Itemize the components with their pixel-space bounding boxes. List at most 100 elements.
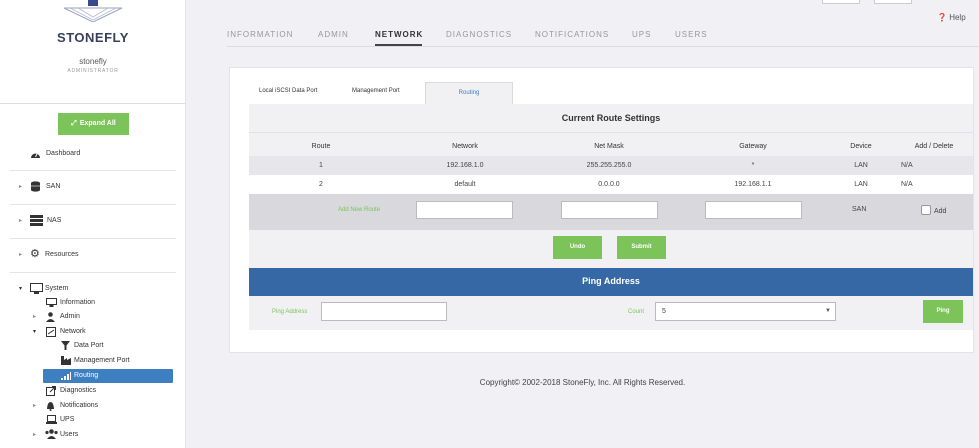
database-icon (31, 181, 40, 192)
new-route-network-input[interactable] (416, 201, 513, 219)
copyright: Copyright© 2002-2018 StoneFly, Inc. All … (479, 378, 686, 387)
sidebar-item-label: Resources (45, 251, 79, 258)
chevron-right-icon: ▸ (19, 184, 23, 190)
sidebar-item-label: Admin (60, 313, 80, 320)
stonefly-logo-icon (63, 0, 123, 22)
chevron-right-icon: ▸ (33, 403, 37, 409)
expand-all-button[interactable]: ⤢ Expand All (58, 113, 129, 135)
tab-notifications[interactable]: NOTIFICATIONS (535, 30, 609, 39)
sidebar-item-routing[interactable]: Routing (43, 369, 173, 383)
undo-button[interactable]: Undo (553, 236, 602, 259)
sidebar-item-notifications[interactable]: ▸ Notifications (0, 400, 186, 412)
sidebar-item-network[interactable]: ▾ Network (0, 326, 186, 338)
subtab-routing[interactable]: Routing (425, 82, 513, 104)
ping-address-label: Ping Address (272, 309, 308, 315)
sidebar-item-dashboard[interactable]: Dashboard (0, 149, 186, 161)
sidebar-item-nas[interactable]: ▸ NAS (0, 215, 186, 227)
sidebar-item-label: System (45, 285, 69, 292)
monitor-icon (30, 283, 43, 294)
logo: STONEFLY (0, 0, 186, 50)
column-header-gateway: Gateway (739, 143, 767, 150)
count-select[interactable]: 5 ▼ (655, 302, 836, 321)
add-route-checkbox[interactable] (921, 205, 931, 215)
cell-netmask: 0.0.0.0 (598, 181, 620, 188)
chevron-right-icon: ▸ (19, 218, 23, 224)
sidebar: STONEFLY stonefly ADMINISTRATOR ⤢ Expand … (0, 0, 186, 448)
count-select-value: 5 (662, 308, 666, 315)
cell-device: LAN (854, 181, 868, 188)
top-action-button[interactable] (822, 0, 860, 4)
sidebar-item-label: Information (60, 299, 96, 306)
tab-admin[interactable]: ADMIN (318, 30, 349, 39)
submit-button[interactable]: Submit (617, 236, 666, 259)
column-header-device: Device (850, 143, 872, 150)
sidebar-item-label: UPS (60, 416, 75, 423)
cell-action: N/A (901, 162, 913, 169)
column-header-route: Route (311, 143, 331, 150)
sidebar-item-users[interactable]: ▸ Users (0, 429, 186, 441)
cell-gateway: * (751, 162, 755, 169)
nav-separator (10, 204, 176, 205)
tab-ups[interactable]: UPS (632, 30, 651, 39)
sidebar-item-label: Routing (74, 372, 99, 379)
expand-all-label: Expand All (79, 120, 116, 127)
top-action-button[interactable] (874, 0, 912, 4)
user-icon (46, 312, 55, 322)
tab-users[interactable]: USERS (675, 30, 708, 39)
tabs-divider (227, 46, 979, 47)
sidebar-item-data-port[interactable]: Data Port (0, 340, 186, 352)
sidebar-item-management-port[interactable]: Management Port (0, 355, 186, 367)
sidebar-item-label: SAN (46, 183, 61, 190)
cell-netmask: 255.255.255.0 (586, 162, 632, 169)
chevron-down-icon: ▼ (825, 308, 831, 314)
tab-network[interactable]: NETWORK (375, 30, 423, 39)
sidebar-item-label: Notifications (60, 402, 99, 409)
cell-route: 2 (319, 181, 323, 188)
factory-icon (61, 356, 71, 365)
laptop-icon (46, 415, 57, 424)
sidebar-item-label: Users (60, 431, 79, 438)
bell-icon (47, 402, 54, 411)
sidebar-item-san[interactable]: ▸ SAN (0, 181, 186, 193)
bar-chart-icon (61, 372, 71, 380)
ping-address-title: Ping Address (582, 276, 640, 286)
sidebar-item-label: Diagnostics (60, 387, 97, 394)
sidebar-item-resources[interactable]: ▸ ⚙ Resources (0, 248, 186, 261)
chevron-down-icon: ▾ (33, 329, 37, 335)
nav-separator (10, 170, 176, 171)
tab-information[interactable]: INFORMATION (227, 30, 293, 39)
cell-gateway: 192.168.1.1 (734, 181, 772, 188)
count-label: Count (628, 309, 645, 315)
sidebar-item-information[interactable]: Information (0, 297, 186, 309)
new-route-netmask-input[interactable] (561, 201, 658, 219)
subtab-local-iscsi-data-port[interactable]: Local iSCSI Data Port (259, 88, 317, 94)
cell-route: 1 (319, 162, 323, 169)
help-icon: ❓ (937, 13, 947, 22)
tab-diagnostics[interactable]: DIAGNOSTICS (446, 30, 512, 39)
column-header-add-delete: Add / Delete (914, 143, 954, 150)
ping-address-input[interactable] (321, 302, 447, 321)
cell-network: 192.168.1.0 (446, 162, 484, 169)
sidebar-item-admin[interactable]: ▸ Admin (0, 311, 186, 323)
monitor-icon (46, 298, 57, 307)
chevron-right-icon: ▸ (33, 432, 37, 438)
gear-icon: ⚙ (30, 248, 40, 260)
add-route-checkbox-label: Add (934, 208, 947, 215)
nav-separator (10, 238, 176, 239)
sidebar-item-ups[interactable]: UPS (0, 414, 186, 426)
route-settings-divider (249, 132, 973, 133)
help-label: Help (949, 13, 966, 22)
chevron-down-icon: ▾ (19, 286, 23, 292)
help-link[interactable]: ❓ Help (937, 13, 966, 22)
new-route-gateway-input[interactable] (705, 201, 802, 219)
external-link-icon (46, 386, 56, 396)
network-icon (46, 327, 56, 337)
sidebar-item-diagnostics[interactable]: Diagnostics (0, 385, 186, 397)
sidebar-item-system[interactable]: ▾ System (0, 283, 186, 295)
ping-button[interactable]: Ping (923, 300, 963, 323)
chevron-right-icon: ▸ (19, 252, 23, 258)
sidebar-item-label: Management Port (74, 357, 130, 364)
sidebar-item-label: NAS (47, 217, 62, 224)
cell-device: LAN (854, 162, 868, 169)
subtab-management-port[interactable]: Management Port (352, 88, 400, 94)
